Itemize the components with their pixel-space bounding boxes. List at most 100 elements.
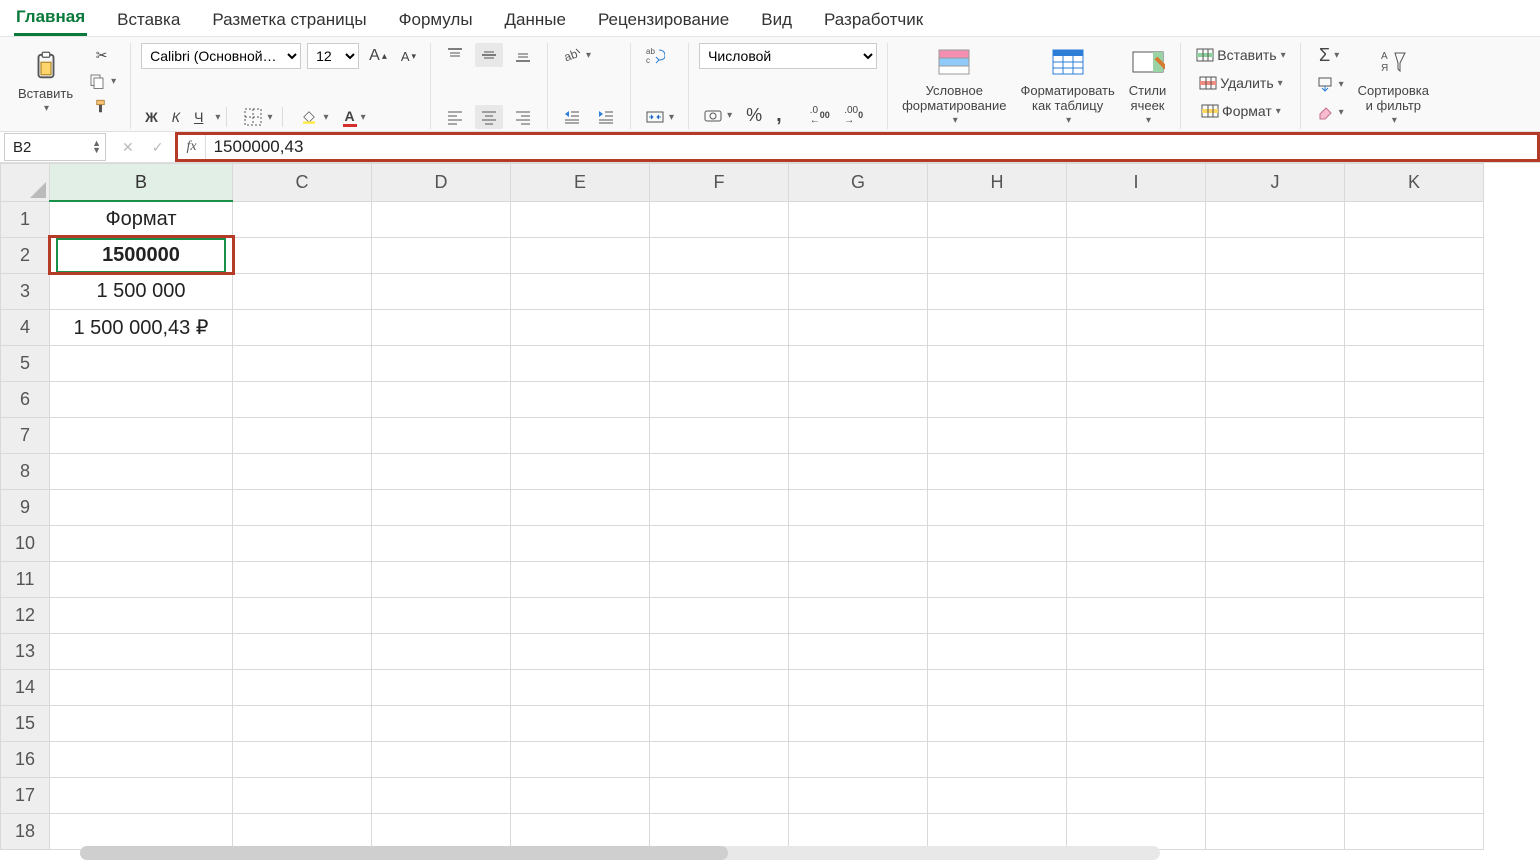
cell-I6[interactable]: [1067, 381, 1206, 417]
col-header-J[interactable]: J: [1206, 164, 1345, 202]
cell-D15[interactable]: [372, 705, 511, 741]
cell-H17[interactable]: [928, 777, 1067, 813]
cell-E14[interactable]: [511, 669, 650, 705]
row-header-12[interactable]: 12: [1, 597, 50, 633]
cell-J17[interactable]: [1206, 777, 1345, 813]
cell-B9[interactable]: [50, 489, 233, 525]
row-header-8[interactable]: 8: [1, 453, 50, 489]
cell-K14[interactable]: [1345, 669, 1484, 705]
paste-button[interactable]: Вставить ▾: [14, 46, 77, 116]
cell-C5[interactable]: [233, 345, 372, 381]
cell-B16[interactable]: [50, 741, 233, 777]
tab-insert[interactable]: Вставка: [115, 10, 182, 36]
cell-H8[interactable]: [928, 453, 1067, 489]
cell-H4[interactable]: [928, 309, 1067, 345]
row-header-15[interactable]: 15: [1, 705, 50, 741]
cell-I2[interactable]: [1067, 237, 1206, 273]
cell-H12[interactable]: [928, 597, 1067, 633]
cell-C17[interactable]: [233, 777, 372, 813]
cell-B17[interactable]: [50, 777, 233, 813]
cell-G2[interactable]: [789, 237, 928, 273]
cell-B3[interactable]: 1 500 000: [50, 273, 233, 309]
cell-H5[interactable]: [928, 345, 1067, 381]
cell-I14[interactable]: [1067, 669, 1206, 705]
increase-decimal-button[interactable]: .0←00: [806, 104, 834, 128]
cell-B13[interactable]: [50, 633, 233, 669]
cell-K9[interactable]: [1345, 489, 1484, 525]
cell-I16[interactable]: [1067, 741, 1206, 777]
cell-K18[interactable]: [1345, 813, 1484, 849]
cancel-formula-button[interactable]: ✕: [118, 137, 138, 158]
cell-I15[interactable]: [1067, 705, 1206, 741]
cell-J7[interactable]: [1206, 417, 1345, 453]
tab-formulas[interactable]: Формулы: [397, 10, 475, 36]
orientation-button[interactable]: ab▾: [558, 43, 595, 67]
cell-D2[interactable]: [372, 237, 511, 273]
cell-H2[interactable]: [928, 237, 1067, 273]
cell-C13[interactable]: [233, 633, 372, 669]
cell-B6[interactable]: [50, 381, 233, 417]
cell-D6[interactable]: [372, 381, 511, 417]
align-right-button[interactable]: [509, 105, 537, 129]
cell-E16[interactable]: [511, 741, 650, 777]
align-center-button[interactable]: [475, 105, 503, 129]
cell-C14[interactable]: [233, 669, 372, 705]
row-header-4[interactable]: 4: [1, 309, 50, 345]
row-header-9[interactable]: 9: [1, 489, 50, 525]
underline-button[interactable]: Ч: [190, 107, 207, 127]
row-header-1[interactable]: 1: [1, 201, 50, 237]
cell-E6[interactable]: [511, 381, 650, 417]
cell-F6[interactable]: [650, 381, 789, 417]
italic-button[interactable]: К: [168, 107, 184, 127]
cell-E18[interactable]: [511, 813, 650, 849]
cell-K2[interactable]: [1345, 237, 1484, 273]
cell-E4[interactable]: [511, 309, 650, 345]
align-top-button[interactable]: [441, 43, 469, 67]
cell-G9[interactable]: [789, 489, 928, 525]
cell-F1[interactable]: [650, 201, 789, 237]
cell-F11[interactable]: [650, 561, 789, 597]
cell-G12[interactable]: [789, 597, 928, 633]
cell-G17[interactable]: [789, 777, 928, 813]
cell-I18[interactable]: [1067, 813, 1206, 849]
font-color-button[interactable]: А▾: [339, 106, 370, 129]
cell-G8[interactable]: [789, 453, 928, 489]
cell-D12[interactable]: [372, 597, 511, 633]
cell-G3[interactable]: [789, 273, 928, 309]
cell-C8[interactable]: [233, 453, 372, 489]
tab-home[interactable]: Главная: [14, 7, 87, 36]
decrease-indent-button[interactable]: [558, 105, 586, 129]
cell-C16[interactable]: [233, 741, 372, 777]
col-header-C[interactable]: C: [233, 164, 372, 202]
cell-G18[interactable]: [789, 813, 928, 849]
cell-F17[interactable]: [650, 777, 789, 813]
fill-color-button[interactable]: ▾: [295, 105, 332, 129]
cell-C4[interactable]: [233, 309, 372, 345]
row-header-2[interactable]: 2: [1, 237, 50, 273]
fill-button[interactable]: ▾: [1311, 72, 1348, 96]
cell-H13[interactable]: [928, 633, 1067, 669]
decrease-decimal-button[interactable]: .00→0: [840, 104, 868, 128]
cell-K16[interactable]: [1345, 741, 1484, 777]
cell-F3[interactable]: [650, 273, 789, 309]
cell-H3[interactable]: [928, 273, 1067, 309]
cell-G10[interactable]: [789, 525, 928, 561]
cell-G1[interactable]: [789, 201, 928, 237]
cell-C12[interactable]: [233, 597, 372, 633]
tab-data[interactable]: Данные: [503, 10, 568, 36]
cell-J15[interactable]: [1206, 705, 1345, 741]
col-header-K[interactable]: K: [1345, 164, 1484, 202]
cell-G6[interactable]: [789, 381, 928, 417]
cell-E11[interactable]: [511, 561, 650, 597]
cell-D13[interactable]: [372, 633, 511, 669]
cell-K8[interactable]: [1345, 453, 1484, 489]
cell-B4[interactable]: 1 500 000,43 ₽: [50, 309, 233, 345]
cell-F15[interactable]: [650, 705, 789, 741]
cell-I1[interactable]: [1067, 201, 1206, 237]
horizontal-scrollbar[interactable]: [80, 846, 1160, 860]
row-header-16[interactable]: 16: [1, 741, 50, 777]
cell-D18[interactable]: [372, 813, 511, 849]
cell-F7[interactable]: [650, 417, 789, 453]
cell-H1[interactable]: [928, 201, 1067, 237]
cell-E15[interactable]: [511, 705, 650, 741]
